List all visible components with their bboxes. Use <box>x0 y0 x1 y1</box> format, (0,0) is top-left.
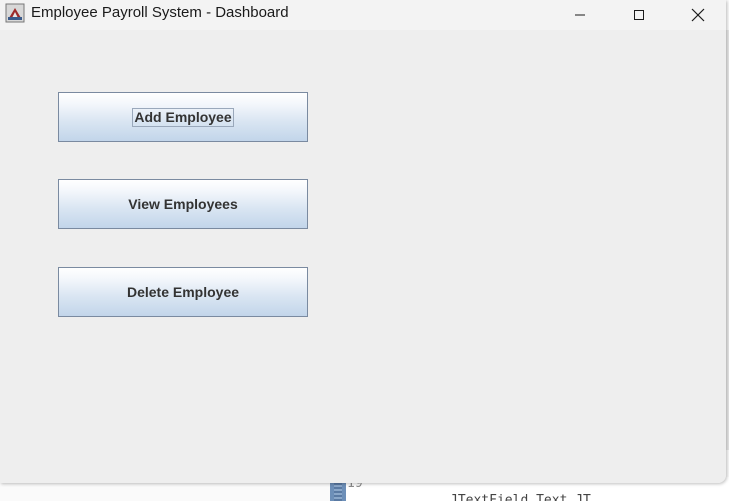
close-icon <box>691 8 705 22</box>
minimize-button[interactable] <box>557 0 603 30</box>
minimize-icon <box>575 14 585 16</box>
close-button[interactable] <box>675 0 721 30</box>
java-app-icon <box>5 3 25 23</box>
view-employees-label: View Employees <box>128 196 238 212</box>
view-employees-button[interactable]: View Employees <box>58 179 308 229</box>
ide-code-line: JTextField Text JT <box>450 493 591 501</box>
delete-employee-button[interactable]: Delete Employee <box>58 267 308 317</box>
add-employee-label: Add Employee <box>132 107 234 127</box>
title-bar[interactable]: Employee Payroll System - Dashboard <box>0 0 726 30</box>
maximize-button[interactable] <box>616 0 662 30</box>
delete-employee-label: Delete Employee <box>126 284 240 300</box>
dashboard-window: Employee Payroll System - Dashboard Add … <box>0 0 726 483</box>
window-title: Employee Payroll System - Dashboard <box>31 4 289 21</box>
maximize-icon <box>634 10 644 20</box>
add-employee-button[interactable]: Add Employee <box>58 92 308 142</box>
dashboard-content: Add Employee View Employees Delete Emplo… <box>0 30 726 483</box>
